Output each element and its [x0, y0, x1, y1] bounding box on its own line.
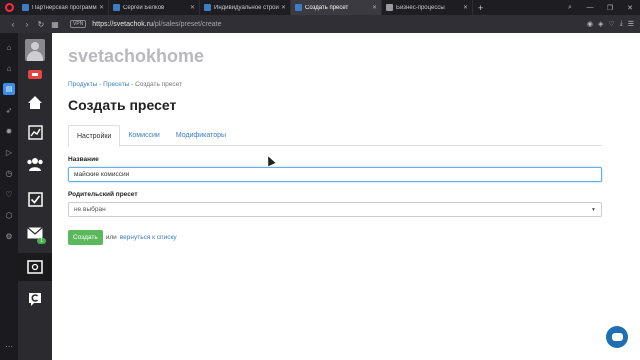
history-icon[interactable]: ◷ — [3, 167, 15, 179]
opera-logo-icon[interactable] — [0, 0, 18, 15]
or-text: или — [105, 234, 117, 241]
play-icon[interactable]: ▷ — [3, 146, 15, 158]
speed-dial-icon[interactable]: ⌂ — [3, 62, 15, 74]
breadcrumb-presets-link[interactable]: Пресеты — [103, 81, 129, 88]
account-name: svetachokhome — [68, 46, 205, 66]
search-tabs-icon[interactable]: ⌕ — [560, 4, 580, 12]
reload-icon[interactable]: ↻ — [34, 20, 48, 29]
back-icon[interactable]: ‹ — [6, 20, 20, 29]
breadcrumb-products-link[interactable]: Продукты — [68, 81, 97, 88]
tab-commissions[interactable]: Комиссии — [120, 125, 168, 146]
download-icon[interactable]: ⤓ — [620, 20, 623, 28]
url-field[interactable]: https://svetachok.ru/pl/sales/preset/cre… — [92, 21, 221, 28]
chat-bubble-icon — [611, 333, 623, 341]
more-icon[interactable]: ⋯ — [3, 340, 15, 352]
sun-icon[interactable]: ✹ — [3, 125, 15, 137]
name-field[interactable] — [68, 167, 602, 182]
forward-icon[interactable]: › — [20, 20, 34, 29]
back-to-list-link[interactable]: вернуться к списку — [120, 234, 177, 241]
new-tab-icon[interactable]: + — [473, 3, 488, 13]
sidebar-item-messages[interactable]: 1 — [18, 220, 52, 246]
close-tab-icon[interactable]: ✕ — [99, 4, 104, 11]
name-label: Название — [68, 156, 99, 163]
heart-icon[interactable]: ♡ — [3, 188, 15, 200]
safe-icon — [27, 260, 43, 274]
browser-tab-1[interactable]: Партнерская программа ✕ — [18, 0, 109, 15]
minimize-icon[interactable]: — — [580, 4, 600, 11]
maximize-icon[interactable]: ❐ — [600, 4, 620, 12]
parent-preset-select[interactable]: не выбран ▼ — [68, 202, 602, 217]
browser-tab-4[interactable]: Создать пресет ✕ — [291, 0, 382, 15]
parent-preset-value: не выбран — [74, 206, 106, 213]
mouse-cursor-icon — [264, 154, 276, 167]
sidebar-item-chat[interactable] — [18, 286, 52, 312]
vpn-badge[interactable]: VPN — [70, 20, 87, 28]
sidebar-item-users[interactable] — [18, 151, 52, 177]
close-tab-icon[interactable]: ✕ — [372, 4, 377, 11]
home-icon[interactable]: ⌂ — [3, 41, 15, 53]
calendar-icon[interactable]: ▤ — [3, 83, 15, 95]
create-button[interactable]: Создать — [68, 230, 103, 245]
form-actions: Создать или вернуться к списку — [68, 230, 177, 245]
tab-settings[interactable]: Настройки — [68, 125, 121, 147]
browser-tabstrip: Партнерская программа ✕ Сергей Белков ✕ … — [0, 0, 640, 15]
sidebar-item-home[interactable] — [18, 89, 52, 115]
heart-icon[interactable]: ♡ — [608, 20, 614, 28]
tab-favicon-icon — [204, 4, 211, 11]
avatar[interactable] — [25, 39, 45, 61]
camera-icon[interactable]: ◉ — [587, 20, 593, 28]
tab-favicon-icon — [22, 4, 29, 11]
address-actions: ◉ ◈ ♡ ⤓ ☰ — [587, 20, 634, 28]
notification-badge: 1 — [37, 238, 46, 244]
tiles-icon[interactable]: ▦ — [48, 20, 62, 29]
browser-tab-2[interactable]: Сергей Белков ✕ — [109, 0, 200, 15]
address-bar: ‹ › ↻ ▦ VPN https://svetachok.ru/pl/sale… — [0, 15, 640, 33]
chat-widget-button[interactable] — [606, 326, 628, 348]
users-icon — [27, 158, 43, 171]
main-content: svetachokhome Продукты - Пресеты - Созда… — [52, 33, 640, 360]
shield-icon[interactable]: ◈ — [598, 20, 603, 28]
tab-favicon-icon — [295, 4, 302, 11]
window-controls: ⌕ — ❐ ✕ — [560, 4, 640, 12]
home-icon — [28, 95, 42, 109]
close-tab-icon[interactable]: ✕ — [190, 4, 195, 11]
sidebar-item-sales[interactable] — [18, 253, 52, 281]
checkbox-icon — [27, 191, 43, 207]
messenger-icon[interactable]: ➶ — [3, 104, 15, 116]
tab-favicon-icon — [113, 4, 120, 11]
breadcrumb: Продукты - Пресеты - Создать пресет — [68, 81, 183, 88]
sidebar-item-tasks[interactable] — [18, 186, 52, 212]
cube-icon[interactable]: ⬡ — [3, 209, 15, 221]
sidebar-item-stats[interactable] — [18, 119, 52, 145]
tab-modifiers[interactable]: Модификаторы — [168, 125, 234, 146]
browser-tab-3[interactable]: Индивидуальное строит... ✕ — [200, 0, 291, 15]
breadcrumb-current: Создать пресет — [135, 81, 183, 88]
close-tab-icon[interactable]: ✕ — [463, 4, 468, 11]
status-pill-icon[interactable] — [28, 70, 42, 79]
gear-icon[interactable]: ⚙ — [3, 230, 15, 242]
close-window-icon[interactable]: ✕ — [620, 4, 640, 12]
close-tab-icon[interactable]: ✕ — [281, 4, 286, 11]
browser-tab-5[interactable]: Бизнес-процессы ✕ — [382, 0, 473, 15]
parent-preset-label: Родительский пресет — [68, 191, 138, 198]
chart-icon — [27, 124, 43, 140]
preset-tabs: Настройки Комиссии Модификаторы — [68, 125, 602, 147]
app-sidebar: 1 — [18, 33, 52, 360]
chat-logo-icon — [29, 292, 41, 306]
settings-icon[interactable]: ☰ — [628, 20, 634, 28]
tab-favicon-icon — [386, 4, 393, 11]
chevron-down-icon: ▼ — [591, 206, 596, 213]
page-title: Создать пресет — [68, 97, 177, 113]
opera-sidebar: ⌂ ⌂ ▤ ➶ ✹ ▷ ◷ ♡ ⬡ ⚙ ⋯ — [0, 33, 18, 360]
